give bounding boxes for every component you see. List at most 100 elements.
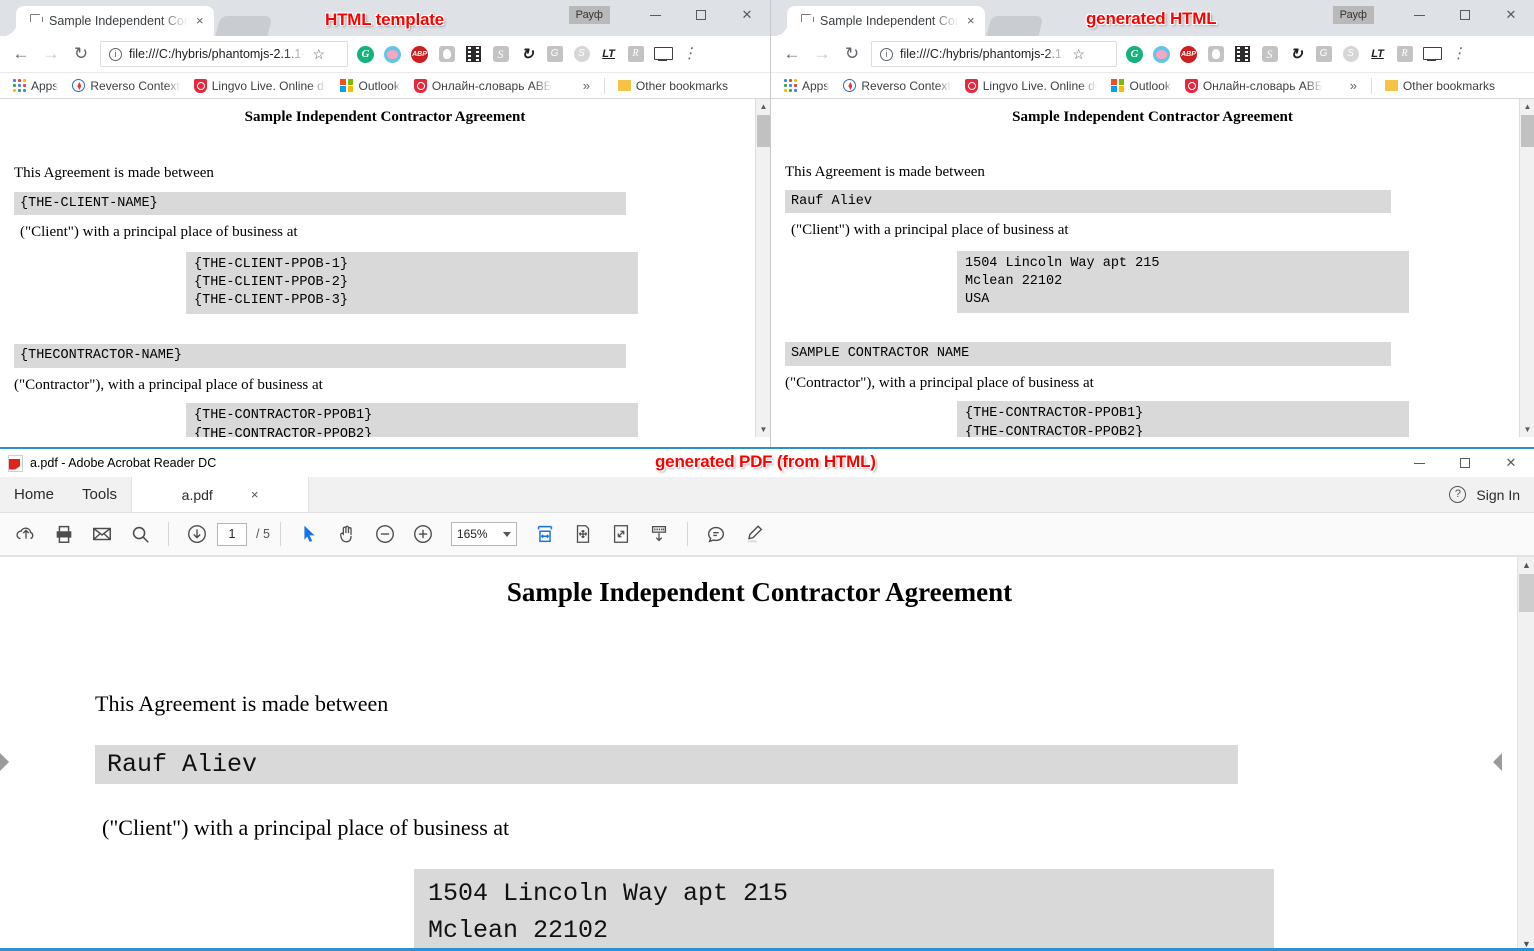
- bookmarks-overflow-icon[interactable]: »: [575, 78, 598, 93]
- scroll-mode-icon[interactable]: [641, 517, 677, 551]
- reload-icon[interactable]: ↻: [837, 39, 867, 69]
- adblock-plus-icon[interactable]: ABP: [406, 40, 433, 68]
- hand-tool-icon[interactable]: [329, 517, 365, 551]
- screen-icon[interactable]: [1418, 40, 1445, 68]
- pan-page-icon[interactable]: [565, 517, 601, 551]
- close-button[interactable]: ✕: [1488, 0, 1534, 30]
- chrome-profile-chip[interactable]: Рауф: [568, 6, 610, 24]
- forward-icon[interactable]: →: [36, 39, 66, 69]
- back-icon[interactable]: ←: [6, 39, 36, 69]
- new-tab-button[interactable]: [986, 16, 1044, 36]
- browser-tab-left[interactable]: Sample Independent Cor ×: [16, 6, 214, 36]
- bookmark-lingvo[interactable]: Lingvo Live. Online di: [958, 78, 1105, 93]
- maximize-button[interactable]: [1442, 449, 1488, 477]
- document-tab-close-icon[interactable]: ×: [251, 487, 259, 502]
- savefrom-icon[interactable]: S: [487, 40, 514, 68]
- save-to-cloud-icon[interactable]: [8, 517, 44, 551]
- scroll-down-icon[interactable]: ▼: [1520, 422, 1534, 437]
- savefrom-icon[interactable]: S: [1256, 40, 1283, 68]
- site-info-icon[interactable]: i: [109, 47, 122, 61]
- google-icon[interactable]: G: [541, 40, 568, 68]
- address-bar[interactable]: i file:///C:/hybris/phantomjs-2.1. ☆: [871, 41, 1117, 67]
- zoom-level-select[interactable]: 165%: [450, 522, 517, 546]
- zoom-in-icon[interactable]: [405, 517, 441, 551]
- ghostery-icon[interactable]: [433, 40, 460, 68]
- bookmark-star-icon[interactable]: ☆: [312, 46, 325, 63]
- maximize-button[interactable]: [1442, 0, 1488, 30]
- pdf-scrollbar[interactable]: ▲ ▼: [1517, 557, 1534, 951]
- skype-icon[interactable]: S: [568, 40, 595, 68]
- scroll-down-icon[interactable]: ▼: [756, 422, 770, 437]
- scrollbar-thumb[interactable]: [1519, 574, 1534, 612]
- languagetool-icon[interactable]: LT: [1364, 40, 1391, 68]
- next-page-arrow-icon[interactable]: [1493, 753, 1502, 771]
- close-button[interactable]: ✕: [1488, 449, 1534, 477]
- bookmark-apps[interactable]: Apps: [6, 79, 65, 93]
- bookmark-outlook[interactable]: Outlook: [333, 79, 406, 93]
- tab-close-icon[interactable]: ×: [965, 6, 977, 36]
- scroll-up-icon[interactable]: ▲: [756, 99, 770, 114]
- document-tab-a-pdf[interactable]: a.pdf ×: [131, 477, 310, 512]
- chrome-menu-icon[interactable]: ⋮: [1445, 40, 1472, 68]
- new-tab-button[interactable]: [215, 16, 273, 36]
- highlight-icon[interactable]: [736, 517, 772, 551]
- forward-icon[interactable]: →: [807, 39, 837, 69]
- comment-icon[interactable]: [698, 517, 734, 551]
- ghostery-icon[interactable]: [1202, 40, 1229, 68]
- minimize-button[interactable]: [632, 0, 678, 30]
- chrome-menu-icon[interactable]: ⋮: [676, 40, 703, 68]
- bookmark-star-icon[interactable]: ☆: [1072, 46, 1085, 63]
- grammarly-icon[interactable]: G: [352, 40, 379, 68]
- bookmark-reverso[interactable]: Reverso Context: [836, 79, 957, 93]
- readability-icon[interactable]: R: [622, 40, 649, 68]
- previous-page-arrow-icon[interactable]: [0, 753, 9, 771]
- bookmark-apps[interactable]: Apps: [777, 79, 836, 93]
- bookmark-online-dictionary[interactable]: Онлайн-словарь ABБ: [1178, 78, 1330, 93]
- maximize-button[interactable]: [678, 0, 724, 30]
- skype-icon[interactable]: S: [1337, 40, 1364, 68]
- video-downloader-icon[interactable]: [460, 40, 487, 68]
- sign-in-button[interactable]: Sign In: [1476, 487, 1520, 503]
- search-icon[interactable]: [122, 517, 158, 551]
- page-number-input[interactable]: 1: [217, 522, 247, 546]
- chrome-profile-chip[interactable]: Рауф: [1332, 6, 1374, 24]
- cat-icon[interactable]: [379, 40, 406, 68]
- scrollbar-thumb[interactable]: [1521, 115, 1534, 147]
- bookmarks-overflow-icon[interactable]: »: [1342, 78, 1365, 93]
- minimize-button[interactable]: [1396, 449, 1442, 477]
- tab-tools[interactable]: Tools: [68, 477, 131, 512]
- address-bar[interactable]: i file:///C:/hybris/phantomjs-2.1.1- ☆: [100, 41, 348, 67]
- browser-tab-right[interactable]: Sample Independent Cor ×: [787, 6, 985, 36]
- fit-page-icon[interactable]: [603, 517, 639, 551]
- scroll-up-icon[interactable]: ▲: [1520, 99, 1534, 114]
- sync-icon[interactable]: ↻: [514, 40, 541, 68]
- google-icon[interactable]: G: [1310, 40, 1337, 68]
- bookmark-online-dictionary[interactable]: Онлайн-словарь ABБ: [407, 78, 559, 93]
- other-bookmarks-folder[interactable]: Other bookmarks: [611, 79, 735, 93]
- screen-icon[interactable]: [649, 40, 676, 68]
- adblock-plus-icon[interactable]: ABP: [1175, 40, 1202, 68]
- bookmark-lingvo[interactable]: Lingvo Live. Online di: [187, 78, 334, 93]
- grammarly-icon[interactable]: G: [1121, 40, 1148, 68]
- bookmark-outlook[interactable]: Outlook: [1104, 79, 1177, 93]
- scroll-up-icon[interactable]: ▲: [1518, 557, 1534, 573]
- page-scrollbar-right[interactable]: ▲ ▼: [1519, 99, 1534, 437]
- back-icon[interactable]: ←: [777, 39, 807, 69]
- help-icon[interactable]: ?: [1449, 486, 1467, 503]
- page-scrollbar-left[interactable]: ▲ ▼: [755, 99, 770, 437]
- cat-icon[interactable]: [1148, 40, 1175, 68]
- print-icon[interactable]: [46, 517, 82, 551]
- video-downloader-icon[interactable]: [1229, 40, 1256, 68]
- download-icon[interactable]: [179, 517, 215, 551]
- other-bookmarks-folder[interactable]: Other bookmarks: [1378, 79, 1502, 93]
- bookmark-reverso[interactable]: Reverso Context: [65, 79, 186, 93]
- select-cursor-icon[interactable]: [291, 517, 327, 551]
- reload-icon[interactable]: ↻: [66, 39, 96, 69]
- close-button[interactable]: ✕: [724, 0, 770, 30]
- zoom-out-icon[interactable]: [367, 517, 403, 551]
- tab-close-icon[interactable]: ×: [194, 6, 206, 36]
- site-info-icon[interactable]: i: [880, 47, 893, 61]
- fit-width-icon[interactable]: [527, 517, 563, 551]
- tab-home[interactable]: Home: [0, 477, 68, 512]
- scrollbar-thumb[interactable]: [757, 115, 770, 147]
